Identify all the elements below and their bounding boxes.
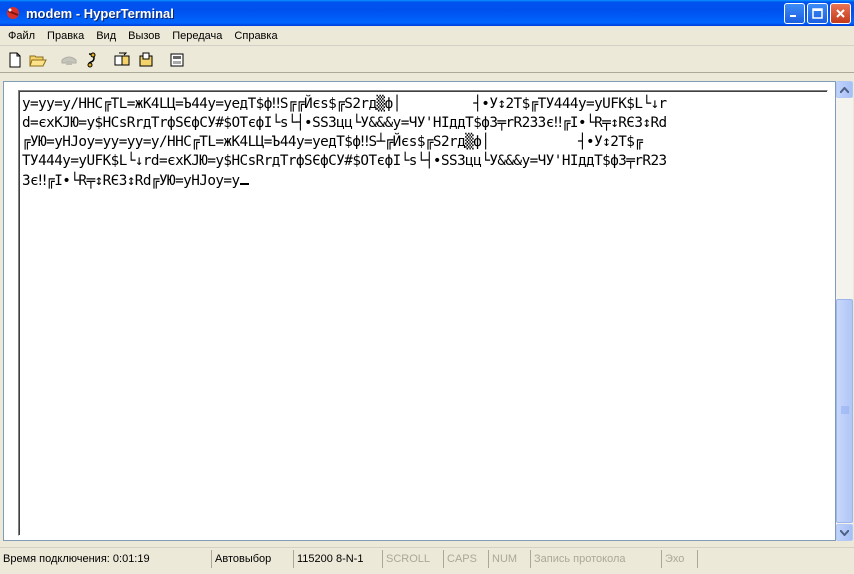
status-caps: CAPS — [444, 549, 489, 568]
terminal-line-last: 3є‼╔I•└R╤↕RЄ3↕Rd╔УЮ=yHJoy=y — [22, 171, 826, 191]
arrow-down-icon — [840, 529, 849, 536]
receive-button[interactable] — [134, 49, 157, 71]
maximize-button[interactable] — [807, 3, 828, 24]
status-filler — [698, 550, 853, 568]
new-file-icon — [9, 52, 20, 67]
status-capture: Запись протокола — [531, 549, 662, 568]
terminal-frame: y=yy=y/HHC╔TL=жK4LЦ=Ъ44y=yeдT$ф‼S╔╔Йєs$╔… — [3, 81, 836, 541]
disconnect-icon — [87, 52, 95, 67]
minimize-button[interactable] — [784, 3, 805, 24]
arrow-up-icon — [840, 86, 849, 93]
terminal-line: TУ444y=yUFK$L└↓rd=єxKJЮ=y$HCsRrдTrфSЄфCУ… — [22, 153, 667, 169]
send-button[interactable] — [111, 49, 134, 71]
open-button[interactable] — [26, 49, 49, 71]
window-title: modem - HyperTerminal — [26, 5, 174, 21]
scroll-down-button[interactable] — [836, 524, 853, 541]
menu-edit[interactable]: Правка — [41, 28, 90, 44]
status-connect-time: Время подключения: 0:01:19 — [0, 549, 212, 568]
open-folder-icon — [28, 55, 47, 66]
terminal-line: ╔УЮ=yHJoy=yy=yy=y/HHC╔TL=жK4LЦ=Ъ44y=yeдT… — [22, 134, 643, 150]
scroll-thumb[interactable] — [836, 299, 853, 523]
close-icon — [836, 9, 845, 18]
minimize-icon — [790, 15, 796, 17]
text-cursor — [239, 171, 249, 185]
status-num: NUM — [489, 549, 531, 568]
disconnect-button[interactable] — [80, 49, 103, 71]
status-echo: Эхо — [662, 549, 698, 568]
status-bar: Время подключения: 0:01:19 Автовыбор 115… — [0, 547, 854, 569]
properties-button[interactable] — [165, 49, 188, 71]
properties-icon — [170, 53, 183, 66]
terminal-line: 3є‼╔I•└R╤↕RЄ3↕Rd╔УЮ=yHJoy=y — [22, 173, 240, 189]
close-button[interactable] — [830, 3, 851, 24]
hyperterminal-icon — [7, 7, 19, 19]
title-bar[interactable]: modem - HyperTerminal — [0, 0, 854, 26]
terminal-text: y=yy=y/HHC╔TL=жK4LЦ=Ъ44y=yeдT$ф‼S╔╔Йєs$╔… — [22, 95, 826, 191]
terminal-line: d=єxKJЮ=y$HCsRrдTrфSЄфCУ#$OTєфI└s└┤•SS3ц… — [22, 115, 667, 131]
scroll-up-button[interactable] — [836, 81, 853, 98]
status-port-settings: 115200 8-N-1 — [294, 549, 383, 568]
vertical-scrollbar[interactable] — [836, 81, 853, 541]
new-button[interactable] — [3, 49, 26, 71]
menu-view[interactable]: Вид — [90, 28, 122, 44]
menu-bar: Файл Правка Вид Вызов Передача Справка — [0, 26, 854, 46]
call-button[interactable] — [57, 49, 80, 71]
menu-call[interactable]: Вызов — [122, 28, 166, 44]
status-detect: Автовыбор — [212, 549, 294, 568]
toolbar — [0, 47, 854, 73]
menu-transfer[interactable]: Передача — [166, 28, 228, 44]
terminal-screen[interactable]: y=yy=y/HHC╔TL=жK4LЦ=Ъ44y=yeдT$ф‼S╔╔Йєs$╔… — [18, 90, 828, 536]
status-scroll: SCROLL — [383, 549, 444, 568]
menu-help[interactable]: Справка — [228, 28, 283, 44]
receive-icon — [139, 52, 152, 66]
maximize-icon — [812, 8, 823, 19]
send-icon — [114, 52, 129, 65]
phone-icon — [61, 56, 76, 65]
menu-file[interactable]: Файл — [2, 28, 41, 44]
terminal-line: y=yy=y/HHC╔TL=жK4LЦ=Ъ44y=yeдT$ф‼S╔╔Йєs$╔… — [22, 96, 667, 112]
grip-icon — [841, 406, 849, 414]
